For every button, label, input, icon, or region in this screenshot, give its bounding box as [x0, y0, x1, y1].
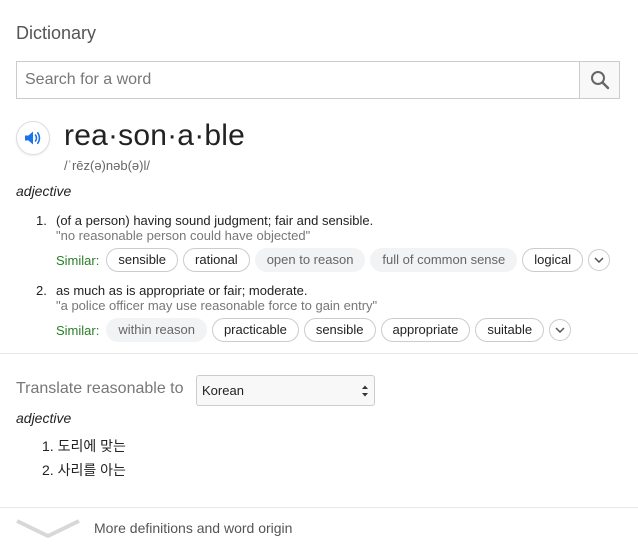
select-arrows-icon: [362, 385, 368, 397]
definition-example: "no reasonable person could have objecte…: [56, 228, 311, 243]
translation-text: 도리에 맞는: [57, 438, 126, 454]
more-definitions-label: More definitions and word origin: [94, 520, 293, 536]
definition-example: "a police officer may use reasonable for…: [56, 298, 378, 313]
definition-text: as much as is appropriate or fair; moder…: [56, 283, 308, 298]
similar-chip[interactable]: suitable: [475, 318, 545, 342]
translation-number: 1.: [42, 438, 54, 454]
panel-title: Dictionary: [16, 23, 97, 43]
translate-label: Translate reasonable to: [16, 380, 184, 397]
search-input[interactable]: [17, 62, 579, 98]
search-button[interactable]: [579, 62, 619, 98]
translation-number: 2.: [42, 462, 54, 478]
similar-row: Similar: sensible rational open to reaso…: [56, 248, 611, 272]
part-of-speech: adjective: [16, 183, 72, 199]
similar-label: Similar:: [56, 252, 100, 268]
expand-similar-button[interactable]: [549, 319, 572, 341]
definition-number: 2.: [36, 283, 47, 298]
chevron-down-icon: [555, 327, 565, 333]
chevron-down-icon: [16, 519, 80, 538]
similar-label: Similar:: [56, 322, 100, 338]
search-icon: [590, 71, 609, 90]
translation-item: 2. 사리를 아는: [42, 460, 126, 480]
similar-chip[interactable]: appropriate: [380, 318, 471, 342]
definition-text: (of a person) having sound judgment; fai…: [56, 213, 374, 228]
similar-chip[interactable]: logical: [522, 248, 584, 272]
similar-chip[interactable]: within reason: [106, 318, 207, 342]
language-select[interactable]: Korean: [196, 375, 375, 406]
similar-chip[interactable]: rational: [183, 248, 250, 272]
expand-similar-button[interactable]: [588, 249, 611, 271]
language-select-value: Korean: [202, 383, 244, 398]
chevron-down-icon: [594, 257, 604, 263]
pronounce-button[interactable]: [16, 121, 50, 155]
similar-chip[interactable]: sensible: [106, 248, 179, 272]
similar-chip[interactable]: full of common sense: [370, 248, 518, 272]
similar-chip[interactable]: practicable: [211, 318, 299, 342]
search-box: [16, 61, 620, 99]
similar-row: Similar: within reason practicable sensi…: [56, 318, 572, 342]
section-divider: [0, 353, 638, 354]
similar-chip[interactable]: sensible: [303, 318, 376, 342]
headword: rea·son·a·ble: [64, 119, 246, 152]
translation-text: 사리를 아는: [57, 462, 126, 478]
speaker-icon: [25, 131, 41, 145]
similar-chip[interactable]: open to reason: [254, 248, 366, 272]
definition-number: 1.: [36, 213, 47, 228]
translation-item: 1. 도리에 맞는: [42, 436, 126, 456]
phonetic-spelling: /ˈrēz(ə)nəb(ə)l/: [64, 158, 150, 173]
translation-part-of-speech: adjective: [16, 410, 72, 426]
more-definitions-button[interactable]: More definitions and word origin: [0, 508, 638, 548]
